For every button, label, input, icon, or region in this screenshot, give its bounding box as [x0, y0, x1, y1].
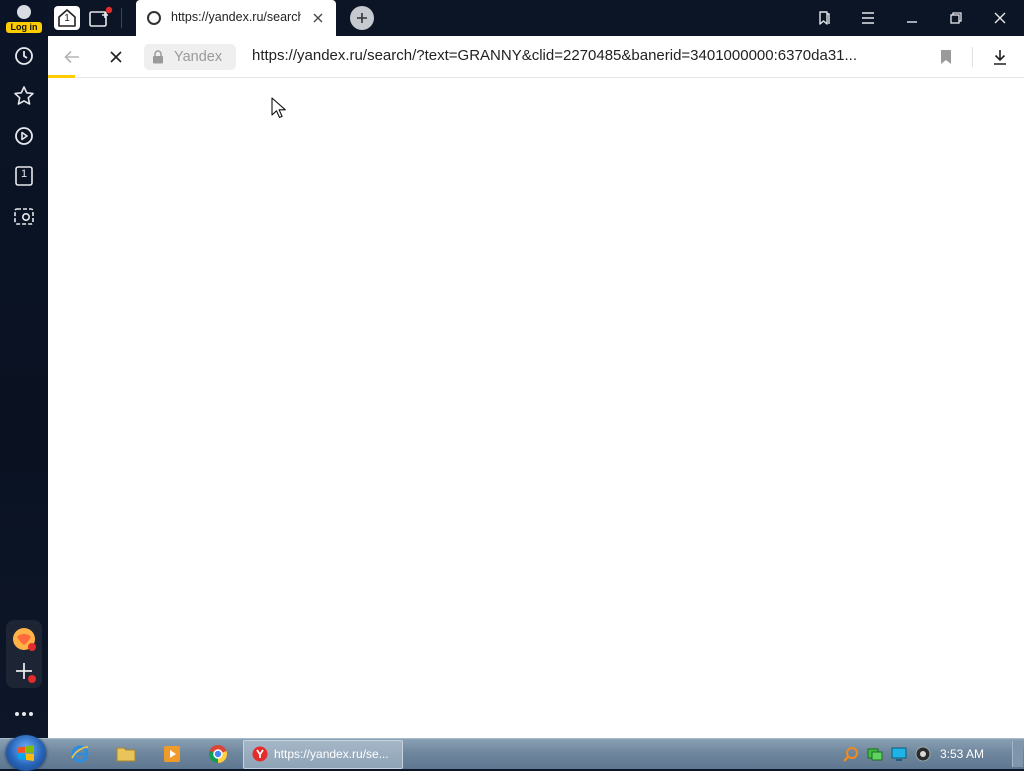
home-tab-badge: 1 [64, 13, 70, 24]
loading-spinner-icon [147, 11, 161, 25]
site-security-chip[interactable]: Yandex [144, 44, 236, 70]
internet-explorer-icon[interactable] [62, 742, 98, 766]
sidebar: Log in 1 [0, 0, 48, 738]
screenshot-camera-icon[interactable] [12, 204, 36, 228]
login-label: Log in [6, 22, 42, 33]
page-content [48, 78, 1024, 738]
network-tray-icon[interactable] [867, 746, 883, 762]
taskbar: https://yandex.ru/se... 3:53 AM [0, 735, 1024, 771]
restore-icon[interactable] [938, 4, 974, 32]
yandex-browser-icon [252, 746, 268, 762]
tabs-manager-icon[interactable] [85, 4, 115, 32]
add-service-icon[interactable] [11, 658, 37, 684]
tab-active[interactable]: https://yandex.ru/search/?text=GRANNY [136, 0, 336, 36]
video-play-icon[interactable] [12, 124, 36, 148]
back-arrow-icon[interactable] [58, 44, 86, 70]
new-tab-button[interactable] [350, 6, 374, 30]
tab-close-icon[interactable] [310, 10, 326, 26]
close-window-icon[interactable] [982, 4, 1018, 32]
mouse-cursor-icon [271, 97, 286, 119]
collection-icon[interactable]: 1 [12, 164, 36, 188]
windows-logo-icon [18, 745, 34, 761]
bookmarks-panel-icon[interactable] [806, 4, 842, 32]
sidebar-services-panel [6, 620, 42, 688]
minimize-icon[interactable] [894, 4, 930, 32]
login-button[interactable]: Log in [4, 2, 44, 34]
taskbar-yandex-browser[interactable]: https://yandex.ru/se... [243, 740, 403, 769]
user-avatar-icon [17, 5, 31, 19]
messenger-icon[interactable] [11, 626, 37, 652]
file-explorer-icon[interactable] [108, 742, 144, 766]
address-toolbar: Yandex https://yandex.ru/search/?text=GR… [48, 36, 1024, 78]
collection-badge: 1 [20, 168, 28, 180]
show-desktop-button[interactable] [1012, 741, 1023, 767]
system-clock: 3:53 AM [940, 747, 985, 761]
tab-title: https://yandex.ru/search/?text=GRANNY [171, 10, 301, 24]
media-player-icon[interactable] [154, 742, 190, 766]
home-tab-button[interactable]: 1 [52, 4, 82, 32]
more-dots-icon[interactable] [12, 704, 36, 724]
bookmark-page-icon[interactable] [932, 44, 960, 70]
volume-tray-icon[interactable] [915, 746, 931, 762]
search-tray-icon[interactable] [843, 746, 859, 762]
start-button[interactable] [6, 735, 46, 771]
taskbar-task-label: https://yandex.ru/se... [274, 747, 389, 761]
chrome-icon[interactable] [200, 742, 236, 766]
downloads-icon[interactable] [986, 44, 1014, 70]
stop-loading-icon[interactable] [102, 44, 130, 70]
lock-icon [152, 50, 164, 64]
menu-icon[interactable] [850, 4, 886, 32]
toolbar-divider [972, 47, 973, 67]
bookmarks-star-icon[interactable] [12, 84, 36, 108]
display-tray-icon[interactable] [891, 746, 907, 762]
site-name: Yandex [174, 49, 223, 65]
tab-strip: 1 https://yandex.ru/search/?text=GRANNY [48, 0, 1024, 36]
history-icon[interactable] [12, 44, 36, 68]
url-input[interactable]: https://yandex.ru/search/?text=GRANNY&cl… [252, 47, 912, 67]
tab-divider [121, 8, 122, 28]
